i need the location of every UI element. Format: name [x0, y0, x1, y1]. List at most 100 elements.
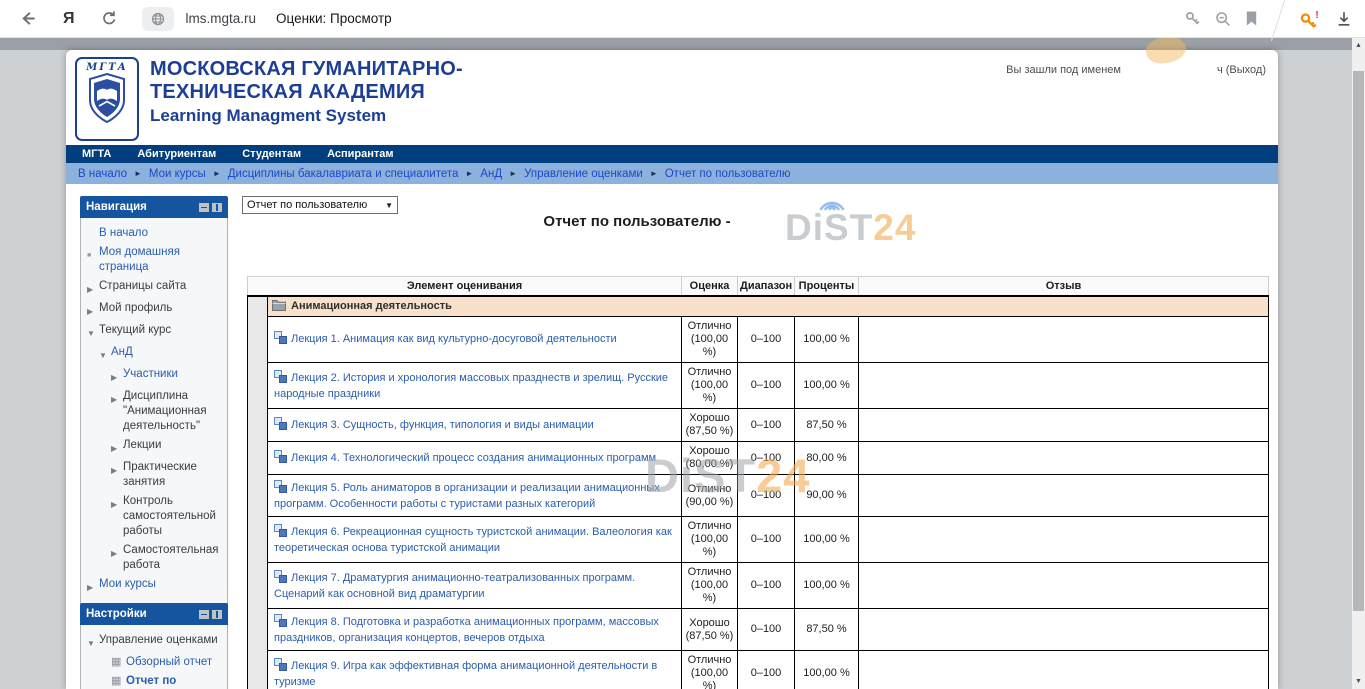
triangle-expanded-icon[interactable]: ▼	[87, 323, 99, 341]
item-cell: Лекция 2. История и хронология массовых …	[268, 363, 682, 409]
feedback-cell	[859, 563, 1269, 609]
report-type-select[interactable]: Отчет по пользователю ▼	[242, 196, 398, 214]
grade-item-link[interactable]: Лекция 3. Сущность, функция, типология и…	[291, 419, 594, 431]
sidebar-item-label[interactable]: Отчет по пользователю	[126, 674, 223, 689]
refresh-icon[interactable]	[101, 10, 118, 27]
table-row: Лекция 5. Роль аниматоров в организации …	[248, 475, 1269, 517]
triangle-collapsed-icon[interactable]: ▶	[111, 543, 123, 573]
sidebar-item-label[interactable]: АнД	[111, 345, 133, 363]
grade-item-link[interactable]: Лекция 5. Роль аниматоров в организации …	[274, 482, 660, 510]
scroll-up-icon[interactable]: ▲	[1352, 42, 1365, 49]
grade-cell: Хорошо(87,50 %)	[682, 609, 738, 651]
grade-percent: (100,00 %)	[684, 379, 735, 405]
address-page-title[interactable]: Оценки: Просмотр	[276, 11, 392, 26]
settings-tree: ▼Управление оценками▦Обзорный отчет▦Отче…	[80, 625, 228, 689]
percent-cell: 100,00 %	[795, 517, 859, 563]
feedback-cell	[859, 317, 1269, 363]
logout-link[interactable]: ч (Выход)	[1217, 64, 1266, 76]
percent-cell: 100,00 %	[795, 317, 859, 363]
grade-cell: Отлично(100,00 %)	[682, 363, 738, 409]
grade-cell: Отлично(100,00 %)	[682, 517, 738, 563]
sidebar-item-link: ▶Участники	[111, 367, 223, 385]
sidebar-item-label[interactable]: Мои курсы	[99, 577, 156, 595]
sidebar-item-label[interactable]: Участники	[123, 367, 178, 385]
nav-item[interactable]: Абитуриентам	[137, 148, 216, 160]
breadcrumb-link[interactable]: АнД	[480, 168, 502, 180]
grade-item-link[interactable]: Лекция 1. Анимация как вид культурно-дос…	[291, 333, 617, 345]
percent-cell: 90,00 %	[795, 475, 859, 517]
site-subtitle: Learning Managment System	[150, 105, 463, 127]
yandex-icon[interactable]: Я	[63, 10, 75, 28]
triangle-collapsed-icon[interactable]: ▶	[87, 301, 99, 319]
triangle-collapsed-icon[interactable]: ▶	[111, 389, 123, 434]
category-cell: Анимационная деятельность	[268, 296, 1269, 317]
grade-item-link[interactable]: Лекция 2. История и хронология массовых …	[274, 372, 668, 400]
column-header: Диапазон	[738, 277, 795, 297]
lms-page: МГТА МОСКОВСКАЯ ГУМАНИТАРНО- ТЕХНИЧЕСКАЯ…	[66, 50, 1278, 689]
sidebar-item-label[interactable]: Моя домашняя страница	[99, 245, 223, 275]
triangle-collapsed-icon[interactable]: ▶	[111, 460, 123, 490]
site-globe-icon[interactable]	[142, 7, 174, 31]
triangle-expanded-icon[interactable]: ▼	[99, 345, 111, 363]
triangle-collapsed-icon[interactable]: ▶	[111, 494, 123, 539]
triangle-collapsed-icon[interactable]: ▶	[87, 279, 99, 297]
grade-item-link[interactable]: Лекция 4. Технологический процесс создан…	[291, 452, 656, 464]
lesson-icon	[274, 417, 287, 434]
breadcrumb-link[interactable]: В начало	[78, 168, 127, 180]
nav-item[interactable]: МГТА	[82, 148, 111, 160]
grade-item-link[interactable]: Лекция 6. Рекреационная сущность туристс…	[274, 526, 672, 554]
triangle-collapsed-icon[interactable]: ▶	[111, 367, 123, 385]
breadcrumb-link[interactable]: Отчет по пользователю	[665, 168, 791, 180]
nav-item[interactable]: Аспирантам	[327, 148, 393, 160]
breadcrumb-separator: ►	[213, 169, 221, 178]
scroll-thumb[interactable]	[1353, 71, 1364, 611]
breadcrumb: В начало ► Мои курсы ► Дисциплины бакалавриа…	[66, 163, 1278, 184]
scroll-down-icon[interactable]: ▼	[1352, 678, 1365, 685]
grade-item-link[interactable]: Лекция 8. Подготовка и разработка анимац…	[274, 616, 659, 644]
triangle-collapsed-icon[interactable]: ▶	[111, 438, 123, 456]
bookmark-icon[interactable]	[1244, 10, 1259, 27]
password-alert-icon[interactable]: !	[1298, 10, 1322, 28]
site-logo[interactable]: МГТА	[75, 57, 139, 141]
breadcrumb-separator: ►	[134, 169, 142, 178]
collapse-block-icon[interactable]	[199, 203, 209, 212]
key-icon[interactable]	[1184, 10, 1201, 27]
address-url[interactable]: lms.mgta.ru	[186, 11, 257, 26]
grade-percent: (80,00 %)	[684, 458, 735, 471]
breadcrumb-link[interactable]: Мои курсы	[149, 168, 206, 180]
scrollbar[interactable]: ▲ ▼	[1352, 38, 1365, 689]
sidebar-item-label[interactable]: В начало	[99, 226, 148, 241]
dock-block-icon[interactable]	[212, 610, 222, 619]
indent-strip	[248, 296, 268, 689]
sidebar-item-label[interactable]: Обзорный отчет	[126, 655, 212, 670]
feedback-cell	[859, 363, 1269, 409]
back-icon[interactable]	[18, 9, 37, 28]
triangle-expanded-icon[interactable]: ▼	[87, 633, 99, 651]
grade-item-link[interactable]: Лекция 7. Драматургия анимационно-театра…	[274, 572, 635, 600]
grade-item-link[interactable]: Лекция 9. Игра как эффективная форма ани…	[274, 660, 657, 688]
triangle-collapsed-icon[interactable]: ▶	[87, 577, 99, 595]
sidebar-item-branch: ▶Дисциплина "Анимационная деятельность"	[111, 389, 223, 434]
download-icon[interactable]	[1335, 10, 1353, 28]
grade-cell: Хорошо(80,00 %)	[682, 442, 738, 475]
collapse-block-icon[interactable]	[199, 610, 209, 619]
item-cell: Лекция 8. Подготовка и разработка анимац…	[268, 609, 682, 651]
sidebar-item-branch: ▼Управление оценками	[87, 633, 223, 651]
table-row: Лекция 7. Драматургия анимационно-театра…	[248, 563, 1269, 609]
lesson-icon	[274, 524, 287, 541]
range-cell: 0–100	[738, 442, 795, 475]
breadcrumb-link[interactable]: Дисциплины бакалавриата и специалитета	[228, 168, 459, 180]
percent-cell: 87,50 %	[795, 609, 859, 651]
grade-percent: (90,00 %)	[684, 496, 735, 509]
report-title: Отчет по пользователю -	[196, 213, 1078, 230]
dock-block-icon[interactable]	[212, 203, 222, 212]
breadcrumb-separator: ►	[465, 169, 473, 178]
feedback-cell	[859, 442, 1269, 475]
toolbar-right: !	[1184, 0, 1353, 37]
zoom-icon[interactable]	[1214, 10, 1231, 27]
report-type-value: Отчет по пользователю	[247, 199, 367, 211]
breadcrumb-link[interactable]: Управление оценками	[524, 168, 643, 180]
navigation-block: Навигация В начало■Моя домашняя страница…	[80, 196, 228, 608]
nav-item[interactable]: Студентам	[242, 148, 301, 160]
grade-word: Отлично	[684, 654, 735, 667]
